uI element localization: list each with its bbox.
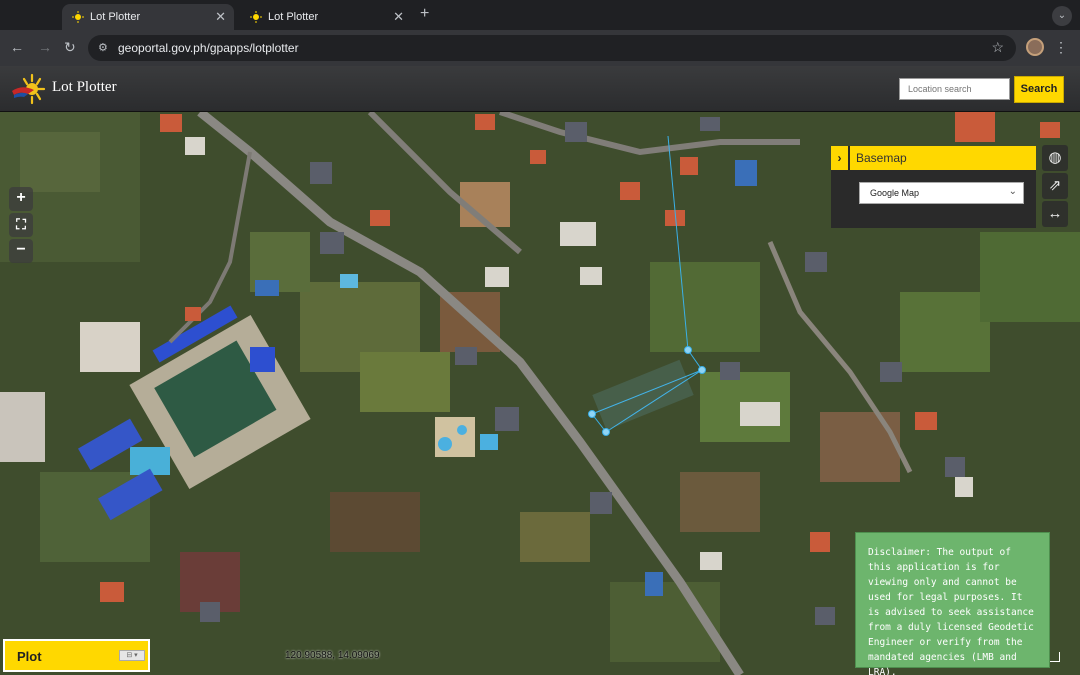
- fullscreen-button[interactable]: ⛶: [9, 213, 33, 237]
- measure-icon[interactable]: ↔: [1042, 201, 1068, 227]
- sun-logo-icon: [10, 71, 46, 107]
- browser-tab[interactable]: Lot Plotter ✕: [240, 4, 412, 30]
- tab-search-chevron-icon[interactable]: ⌄: [1052, 6, 1072, 26]
- browser-tab[interactable]: Lot Plotter ✕: [62, 4, 234, 30]
- basemap-header[interactable]: › Basemap: [831, 146, 1036, 170]
- browser-toolbar: ← → ↻ ⚙ geoportal.gov.ph/gpapps/lotplott…: [0, 30, 1080, 66]
- disclaimer-box: Disclaimer: The output of this applicati…: [855, 532, 1050, 675]
- plot-panel[interactable]: Plot ⊟ ▾: [3, 639, 150, 672]
- app-title: Lot Plotter: [52, 79, 117, 95]
- reload-icon[interactable]: ↻: [64, 39, 76, 56]
- browser-tab-title: Lot Plotter: [90, 11, 141, 23]
- basemap-panel: › Basemap Google Map ⌄: [831, 146, 1036, 228]
- lot-plotter-favicon-icon: [72, 11, 84, 23]
- browser-tab-title: Lot Plotter: [268, 11, 319, 23]
- site-settings-icon[interactable]: ⚙: [98, 41, 108, 54]
- lot-plotter-favicon-icon: [250, 11, 262, 23]
- chevron-down-icon: ⌄: [1008, 186, 1017, 197]
- new-tab-button[interactable]: +: [420, 5, 429, 23]
- map-canvas[interactable]: + ⛶ − › Basemap Google Map ⌄ ◍ ⇗ ↔ Discl…: [0, 112, 1080, 675]
- globe-icon[interactable]: ◍: [1042, 145, 1068, 171]
- app-header: Lot Plotter Search: [0, 66, 1080, 112]
- address-bar[interactable]: ⚙ geoportal.gov.ph/gpapps/lotplotter ☆: [88, 35, 1016, 61]
- zoom-out-button[interactable]: −: [9, 239, 33, 263]
- expand-toggle-icon[interactable]: ⊟ ▾: [119, 650, 145, 661]
- zoom-in-button[interactable]: +: [9, 187, 33, 211]
- resize-corner-icon[interactable]: [1050, 652, 1060, 662]
- browser-menu-icon[interactable]: ⋮: [1054, 39, 1068, 56]
- profile-avatar[interactable]: [1026, 38, 1044, 56]
- forward-arrow-icon[interactable]: →: [38, 39, 52, 55]
- chevron-right-icon[interactable]: ›: [831, 146, 850, 170]
- close-tab-icon[interactable]: ✕: [393, 9, 404, 25]
- disclaimer-text: Disclaimer: The output of this applicati…: [868, 547, 1034, 675]
- bookmark-star-icon[interactable]: ☆: [991, 39, 1004, 56]
- location-search-input[interactable]: [899, 78, 1010, 100]
- export-icon[interactable]: ⇗: [1042, 173, 1068, 199]
- basemap-select[interactable]: Google Map ⌄: [859, 182, 1024, 204]
- basemap-title: Basemap: [856, 151, 907, 165]
- basemap-selected-value: Google Map: [870, 188, 920, 198]
- browser-tab-strip: Lot Plotter ✕ Lot Plotter ✕ + ⌄: [0, 0, 1080, 30]
- plot-label: Plot: [17, 649, 42, 664]
- search-button[interactable]: Search: [1014, 76, 1064, 103]
- cursor-coordinates: 120.90588, 14.09069: [285, 650, 380, 661]
- url-text[interactable]: geoportal.gov.ph/gpapps/lotplotter: [118, 41, 299, 55]
- close-tab-icon[interactable]: ✕: [215, 9, 226, 25]
- back-arrow-icon[interactable]: ←: [10, 39, 24, 55]
